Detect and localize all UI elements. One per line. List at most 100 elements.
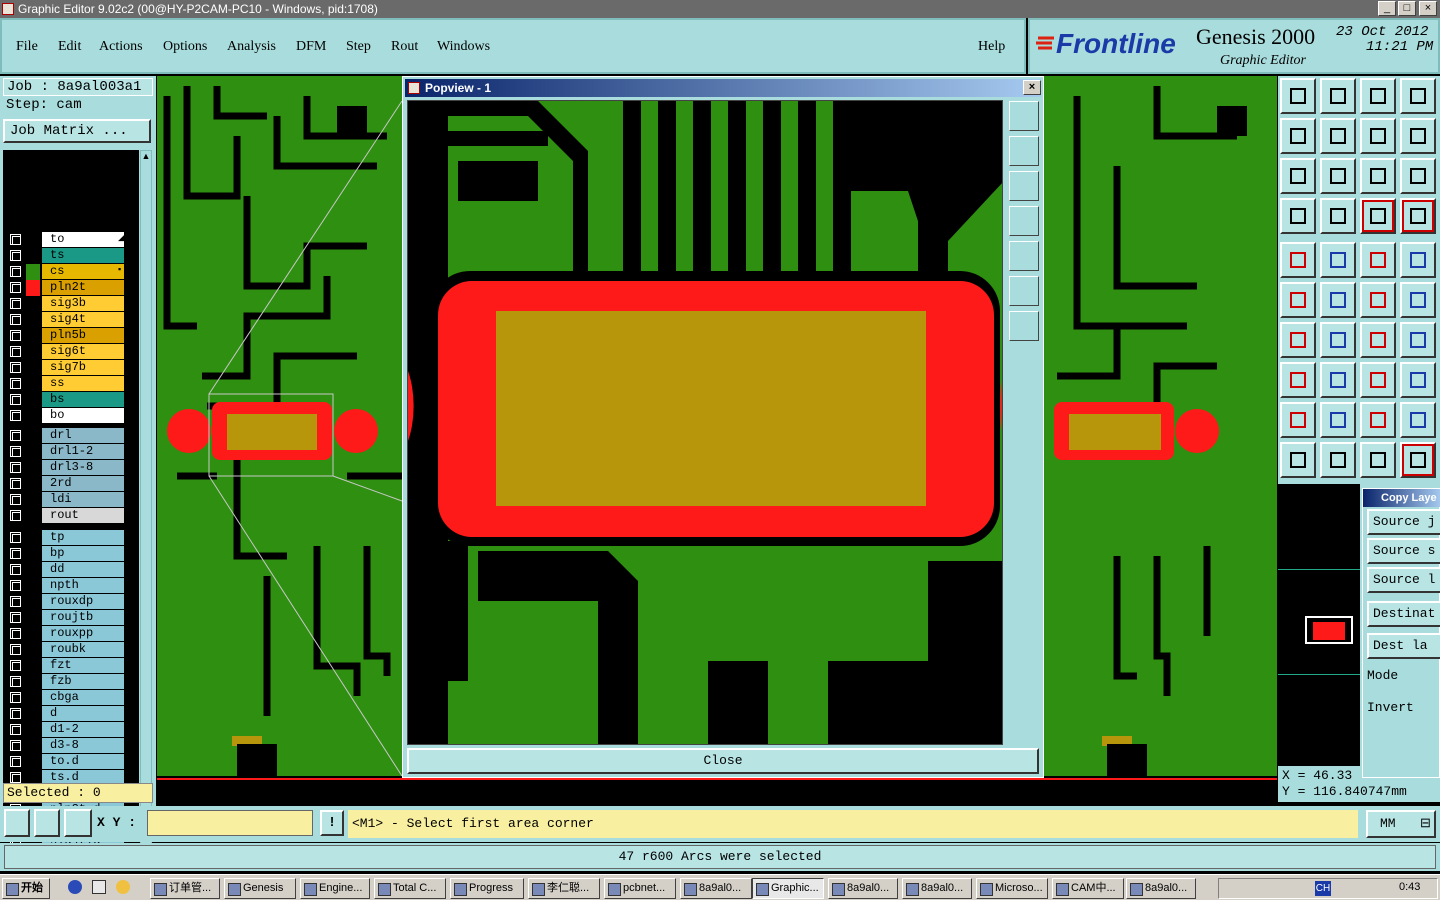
layer-name[interactable]: fzb	[42, 674, 124, 689]
clock-app-icon[interactable]	[116, 880, 130, 894]
layer-checkbox[interactable]	[10, 378, 21, 389]
snap-grid-icon[interactable]	[64, 809, 92, 837]
layer-row-sig6t[interactable]: sig6t	[8, 344, 124, 360]
layer-checkbox[interactable]	[10, 740, 21, 751]
layer-name[interactable]: dd	[42, 562, 124, 577]
layer-name[interactable]: bp	[42, 546, 124, 561]
layer-row-bp[interactable]: bp	[8, 546, 124, 562]
layer-name[interactable]: ts	[42, 248, 124, 263]
layer-color-swatch[interactable]	[26, 530, 40, 546]
layer-checkbox[interactable]	[10, 644, 21, 655]
layer-name[interactable]: to.d	[42, 754, 124, 769]
triangle3-icon[interactable]	[1360, 402, 1396, 438]
job-matrix-button[interactable]: Job Matrix ...	[3, 119, 151, 143]
triangle4-icon[interactable]	[1400, 402, 1436, 438]
layer-color-swatch[interactable]	[26, 476, 40, 492]
layer-row-cs[interactable]: cs ▪	[8, 264, 124, 280]
copy-layer-row-2[interactable]: Source l	[1367, 567, 1440, 593]
close-window-button[interactable]: ×	[1419, 1, 1437, 16]
dash-icon[interactable]	[1320, 362, 1356, 398]
layer-checkbox[interactable]	[10, 708, 21, 719]
layer-color-swatch[interactable]	[26, 690, 40, 706]
layer-row-drl3-8[interactable]: drl3-8	[8, 460, 124, 476]
dot-icon[interactable]	[1400, 242, 1436, 278]
layer-checkbox[interactable]	[10, 330, 21, 341]
line-red-icon[interactable]	[1320, 242, 1356, 278]
layer-row-pln5b[interactable]: pln5b	[8, 328, 124, 344]
fit-icon[interactable]	[1280, 158, 1316, 194]
layer-color-swatch[interactable]	[26, 546, 40, 562]
layer-name[interactable]: roujtb	[42, 610, 124, 625]
cross-icon[interactable]	[1320, 282, 1356, 318]
layer-checkbox[interactable]	[10, 234, 21, 245]
layer-row-sig4t[interactable]: sig4t	[8, 312, 124, 328]
layer-row-ss[interactable]: ss	[8, 376, 124, 392]
language-indicator[interactable]: CH	[1315, 881, 1331, 896]
connect-icon[interactable]	[1280, 282, 1316, 318]
task-item[interactable]: 8a9al0...	[680, 878, 752, 899]
layer-color-swatch[interactable]	[26, 578, 40, 594]
layer-name[interactable]: roubk	[42, 642, 124, 657]
layer-name[interactable]: bo	[42, 408, 124, 423]
flip-icon[interactable]	[1400, 322, 1436, 358]
pad2-icon[interactable]	[1280, 362, 1316, 398]
left-icon[interactable]	[1280, 118, 1316, 154]
task-item[interactable]: 8a9al0...	[828, 878, 898, 899]
desktop-icon[interactable]	[92, 880, 106, 894]
layer-row-rout[interactable]: rout	[8, 508, 124, 524]
layer-checkbox[interactable]	[10, 266, 21, 277]
menu-windows[interactable]: Windows	[437, 39, 490, 55]
layer-list-scrollbar[interactable]: ▲ ▼	[140, 150, 152, 854]
pointer-icon[interactable]	[1280, 442, 1316, 478]
right-icon[interactable]	[1320, 118, 1356, 154]
layer-row-roubk[interactable]: roubk	[8, 642, 124, 658]
layer-name[interactable]: d3-8	[42, 738, 124, 753]
task-item[interactable]: Total C...	[374, 878, 446, 899]
popview-close-icon[interactable]: ×	[1023, 80, 1041, 95]
layer-checkbox[interactable]	[10, 724, 21, 735]
layer-row-sig7b[interactable]: sig7b	[8, 360, 124, 376]
layer-name[interactable]: drl1-2	[42, 444, 124, 459]
layer-row-to[interactable]: to ◢	[8, 232, 125, 248]
arc-icon[interactable]	[1360, 322, 1396, 358]
center-icon[interactable]	[1320, 158, 1356, 194]
layer-checkbox[interactable]	[10, 394, 21, 405]
layer-checkbox[interactable]	[10, 446, 21, 457]
minimize-button[interactable]: _	[1378, 1, 1396, 16]
layer-color-swatch[interactable]	[26, 562, 40, 578]
dimension-icon[interactable]	[1360, 362, 1396, 398]
layer-name[interactable]: rouxpp	[42, 626, 124, 641]
copy-layer-row-0[interactable]: Source j	[1367, 509, 1440, 535]
layer-checkbox[interactable]	[10, 548, 21, 559]
layer-checkbox[interactable]	[10, 596, 21, 607]
task-item[interactable]: CAM中...	[1052, 878, 1124, 899]
layer-name[interactable]: sig4t	[42, 312, 124, 327]
layer-row-d3-8[interactable]: d3-8	[8, 738, 124, 754]
node2-icon[interactable]	[1400, 282, 1436, 318]
layer-row-cbga[interactable]: cbga	[8, 690, 124, 706]
layer-checkbox[interactable]	[10, 430, 21, 441]
popview-tool-7-icon[interactable]	[1009, 311, 1039, 341]
popview-tool-3-icon[interactable]	[1009, 171, 1039, 201]
layer-checkbox[interactable]	[10, 346, 21, 357]
layer-row-sig3b[interactable]: sig3b	[8, 296, 124, 312]
layer-row-2rd[interactable]: 2rd	[8, 476, 124, 492]
layer-checkbox[interactable]	[10, 676, 21, 687]
overview-map[interactable]	[1278, 484, 1360, 766]
layer-checkbox[interactable]	[10, 660, 21, 671]
node-icon[interactable]	[1360, 282, 1396, 318]
layer-name[interactable]: rout	[42, 508, 124, 523]
popview-close-button[interactable]: Close	[407, 748, 1039, 774]
layer-row-npth[interactable]: npth	[8, 578, 124, 594]
layer-checkbox[interactable]	[10, 628, 21, 639]
start-button[interactable]: 开始	[2, 878, 50, 899]
layer-name[interactable]: to	[42, 232, 124, 247]
task-item[interactable]: Engine...	[300, 878, 370, 899]
layer-color-swatch[interactable]	[26, 392, 40, 408]
layer-row-rouxpp[interactable]: rouxpp	[8, 626, 124, 642]
layer-checkbox[interactable]	[10, 510, 21, 521]
layer-color-swatch[interactable]	[26, 232, 40, 248]
layer-name[interactable]: bs	[42, 392, 124, 407]
route-icon[interactable]	[1400, 442, 1436, 478]
layer-row-bo[interactable]: bo	[8, 408, 124, 424]
